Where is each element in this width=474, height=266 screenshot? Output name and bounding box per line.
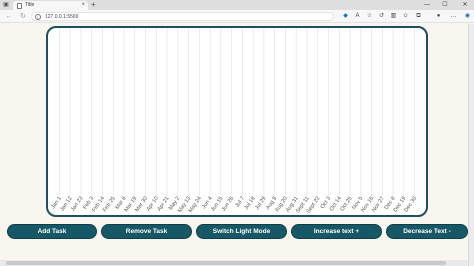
close-window-button[interactable]: ✕	[458, 0, 472, 10]
page-favicon-icon	[17, 3, 22, 9]
tab-close-icon[interactable]: ×	[81, 2, 85, 9]
split-screen-icon[interactable]: ▥	[389, 12, 398, 21]
address-bar[interactable]: i 127.0.0.1:5500	[31, 12, 334, 21]
maximize-button[interactable]: ☐	[438, 0, 452, 10]
profile-icon[interactable]: ●	[434, 12, 443, 21]
copilot-icon[interactable]: ◉	[463, 12, 472, 21]
browser-toolbar: ← ↻ i 127.0.0.1:5500 ◆ A ☆ ↺ ▥ ✩ ⧉ ● … ◉	[0, 10, 474, 23]
favorite-star-icon[interactable]: ☆	[365, 12, 374, 21]
window-menu-icon[interactable]: ▣	[2, 1, 10, 9]
url-text[interactable]: 127.0.0.1:5500	[45, 14, 78, 20]
scrollbar-thumb[interactable]	[6, 261, 446, 265]
gantt-chart: Jan 1 Jan 12 Jan 23 Feb 3 Feb 14 Feb 25 Mar 8M…	[46, 26, 428, 217]
tab-title: Title	[25, 2, 35, 8]
x-tick-label: Apr 21	[156, 196, 170, 213]
tag-icon[interactable]: ◆	[341, 12, 350, 21]
refresh-page-icon[interactable]: ↺	[377, 12, 386, 21]
collections-icon[interactable]: ⧉	[414, 12, 423, 21]
more-menu-icon[interactable]: …	[449, 12, 458, 21]
remove-task-button[interactable]: Remove Task	[101, 224, 192, 239]
new-tab-button[interactable]: +	[91, 0, 96, 10]
vertical-scrollbar[interactable]	[468, 24, 474, 266]
switch-light-mode-button[interactable]: Switch Light Mode	[196, 224, 287, 239]
back-icon[interactable]: ←	[4, 11, 14, 22]
refresh-icon[interactable]: ↻	[18, 11, 28, 22]
minimize-button[interactable]: —	[420, 0, 434, 10]
x-tick-label: Oct 25	[339, 196, 353, 213]
button-row: Add Task Remove Task Switch Light Mode I…	[0, 224, 468, 240]
browser-tab[interactable]: Title ×	[13, 1, 88, 10]
decrease-text-button[interactable]: Decrease Text -	[386, 224, 468, 239]
add-task-button[interactable]: Add Task	[7, 224, 97, 239]
site-info-icon[interactable]: i	[35, 14, 41, 20]
read-aloud-icon[interactable]: A	[353, 12, 362, 21]
increase-text-button[interactable]: Increase text +	[291, 224, 382, 239]
horizontal-scrollbar[interactable]	[0, 260, 468, 266]
gantt-chart-svg: Jan 1Jan 12Jan 23Feb 3Feb 14Feb 25Mar 8M…	[50, 28, 418, 215]
favorites-icon[interactable]: ✩	[401, 12, 410, 21]
browser-tab-strip: ▣ Title × + — ☐ ✕	[0, 0, 474, 10]
